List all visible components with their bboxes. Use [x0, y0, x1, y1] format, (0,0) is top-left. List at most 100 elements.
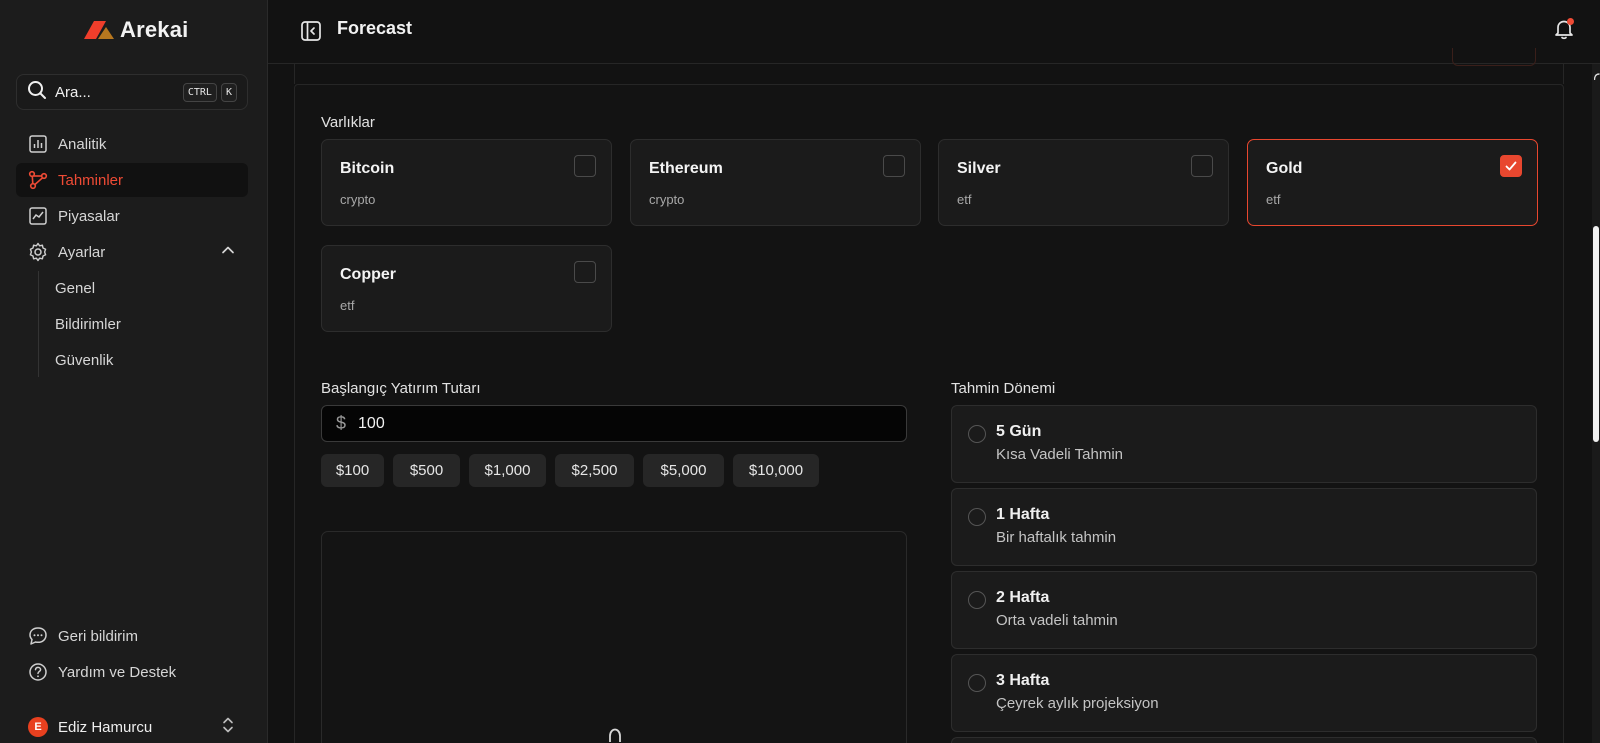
sidebar-item-label: Ayarlar: [58, 243, 106, 261]
settings-subnav: Genel Bildirimler Güvenlik: [38, 271, 248, 377]
check-icon: [1505, 161, 1517, 171]
chevron-up-down-icon: [220, 715, 236, 739]
sidebar-item-piyasalar[interactable]: Piyasalar: [16, 199, 248, 233]
period-option-3-hafta[interactable]: 3 Hafta Çeyrek aylık projeksiyon: [951, 654, 1537, 732]
asset-checkbox[interactable]: [574, 155, 596, 177]
period-description: Kısa Vadeli Tahmin: [996, 446, 1124, 463]
radio-button[interactable]: [968, 591, 986, 609]
period-label: Tahmin Dönemi: [951, 380, 1056, 397]
sidebar-subitem-guvenlik[interactable]: Güvenlik: [55, 343, 248, 377]
shortcut-key-k: K: [220, 82, 237, 102]
sidebar-subitem-label: Bildirimler: [55, 315, 121, 333]
gear-icon: [28, 242, 48, 262]
preset-amount-500[interactable]: $500: [393, 454, 460, 487]
line-chart-icon: [28, 206, 48, 226]
asset-card-ethereum[interactable]: Ethereum crypto: [630, 139, 921, 226]
asset-name: Ethereum: [649, 160, 723, 177]
sidebar: Arekai Ara... CTRL K Analitik Tahminler: [0, 0, 268, 743]
period-description: Bir haftalık tahmin: [996, 529, 1117, 546]
asset-type: etf: [340, 298, 355, 313]
bar-chart-icon: [28, 134, 48, 154]
period-option-2-hafta[interactable]: 2 Hafta Orta vadeli tahmin: [951, 571, 1537, 649]
chevron-up-icon[interactable]: [220, 242, 236, 262]
preset-amount-1000[interactable]: $1,000: [469, 454, 546, 487]
asset-checkbox[interactable]: [574, 261, 596, 283]
period-option-next[interactable]: [951, 737, 1537, 743]
sidebar-item-feedback[interactable]: Geri bildirim: [16, 619, 248, 653]
search-box[interactable]: Ara... CTRL K: [16, 74, 248, 110]
asset-card-bitcoin[interactable]: Bitcoin crypto: [321, 139, 612, 226]
asset-checkbox[interactable]: [1191, 155, 1213, 177]
chat-icon: [28, 626, 48, 646]
asset-type: crypto: [340, 192, 376, 207]
asset-type: etf: [957, 192, 972, 207]
sidebar-subitem-label: Güvenlik: [55, 351, 114, 369]
sidebar-subitem-genel[interactable]: Genel: [55, 271, 248, 305]
period-title: 1 Hafta: [996, 506, 1050, 523]
period-description: Orta vadeli tahmin: [996, 612, 1118, 629]
sidebar-subitem-bildirimler[interactable]: Bildirimler: [55, 307, 248, 341]
asset-name: Copper: [340, 266, 396, 283]
network-icon: [28, 170, 48, 190]
brand[interactable]: Arekai: [82, 17, 188, 43]
help-icon: [28, 662, 48, 682]
scroll-up-arrow-icon[interactable]: [1593, 68, 1600, 86]
radio-button[interactable]: [968, 674, 986, 692]
asset-name: Gold: [1266, 160, 1303, 177]
preset-amount-2500[interactable]: $2,500: [555, 454, 634, 487]
radio-button[interactable]: [968, 425, 986, 443]
asset-name: Silver: [957, 160, 1001, 177]
period-option-1-hafta[interactable]: 1 Hafta Bir haftalık tahmin: [951, 488, 1537, 566]
sidebar-item-analitik[interactable]: Analitik: [16, 127, 248, 161]
sidebar-item-label: Tahminler: [58, 171, 124, 189]
investment-amount-field[interactable]: $: [321, 405, 907, 442]
search-icon: [27, 80, 47, 105]
top-header: Forecast: [268, 0, 1600, 64]
preset-amount-10000[interactable]: $10,000: [733, 454, 819, 487]
asset-checkbox[interactable]: [883, 155, 905, 177]
brand-logo-icon: [82, 19, 114, 41]
app-root: Arekai Ara... CTRL K Analitik Tahminler: [0, 0, 1600, 743]
asset-type: crypto: [649, 192, 685, 207]
search-placeholder: Ara...: [55, 83, 91, 101]
asset-card-silver[interactable]: Silver etf: [938, 139, 1229, 226]
investment-amount-input[interactable]: [358, 414, 859, 433]
sidebar-item-ayarlar[interactable]: Ayarlar: [16, 235, 248, 269]
sidebar-toggle-icon[interactable]: [300, 20, 322, 42]
period-title: 5 Gün: [996, 423, 1042, 440]
page-title: Forecast: [337, 18, 413, 38]
period-title: 2 Hafta: [996, 589, 1050, 606]
assets-label: Varlıklar: [321, 114, 375, 131]
asset-card-copper[interactable]: Copper etf: [321, 245, 612, 332]
shortcut-key-ctrl: CTRL: [182, 82, 217, 102]
period-title: 3 Hafta: [996, 672, 1050, 689]
sidebar-footer-nav: Geri bildirim Yardım ve Destek: [16, 619, 248, 691]
sidebar-item-label: Analitik: [58, 135, 107, 153]
sidebar-item-label: Piyasalar: [58, 207, 120, 225]
preset-amount-5000[interactable]: $5,000: [643, 454, 724, 487]
asset-type: etf: [1266, 192, 1281, 207]
user-menu[interactable]: E Ediz Hamurcu: [16, 710, 248, 743]
bell-icon[interactable]: [1552, 17, 1576, 41]
sidebar-item-help[interactable]: Yardım ve Destek: [16, 655, 248, 689]
brand-name: Arekai: [120, 17, 189, 42]
dollar-icon: $: [336, 413, 347, 433]
avatar: E: [28, 717, 48, 737]
asset-name: Bitcoin: [340, 160, 395, 177]
panel-top-edge: [294, 64, 1564, 84]
sidebar-item-label: Yardım ve Destek: [58, 663, 177, 681]
user-name: Ediz Hamurcu: [58, 718, 153, 736]
sidebar-nav: Analitik Tahminler Piyasalar Ayarlar Gen…: [16, 127, 248, 379]
radio-button[interactable]: [968, 508, 986, 526]
preset-amount-100[interactable]: $100: [321, 454, 384, 487]
scrollbar-thumb[interactable]: [1593, 226, 1599, 442]
lock-icon: [605, 728, 625, 743]
period-option-5-gun[interactable]: 5 Gün Kısa Vadeli Tahmin: [951, 405, 1537, 483]
asset-checkbox-checked[interactable]: [1500, 155, 1522, 177]
panel-top-action[interactable]: [1452, 48, 1536, 66]
investment-label: Başlangıç Yatırım Tutarı: [321, 380, 481, 397]
asset-card-gold[interactable]: Gold etf: [1247, 139, 1538, 226]
sidebar-item-tahminler[interactable]: Tahminler: [16, 163, 248, 197]
sidebar-item-label: Geri bildirim: [58, 627, 139, 645]
period-description: Çeyrek aylık projeksiyon: [996, 695, 1159, 712]
